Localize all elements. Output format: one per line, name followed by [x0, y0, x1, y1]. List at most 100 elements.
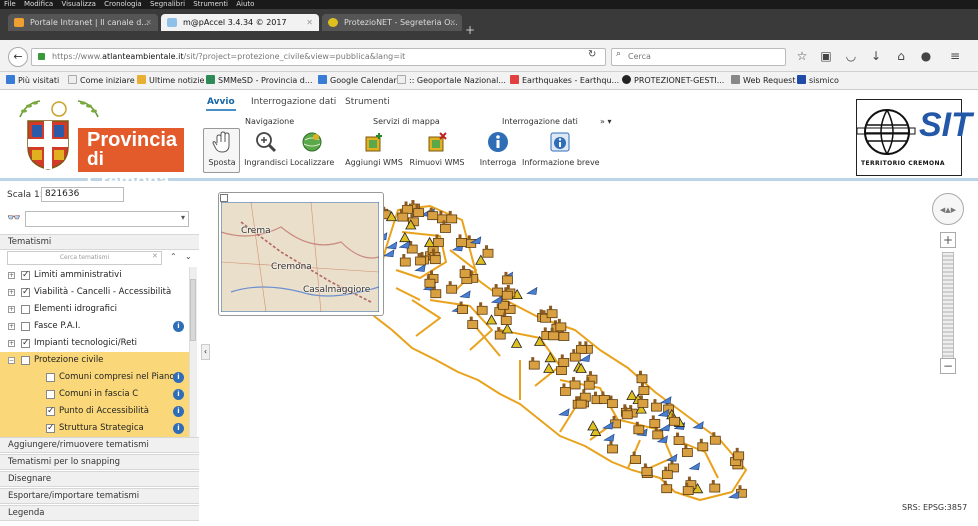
bookmark-item[interactable]: PROTEZIONET-GESTI...: [622, 72, 724, 89]
layer-info-icon[interactable]: i: [173, 389, 184, 400]
browser-tab-active[interactable]: m@pAccel 3.4.34 © 2017 ✕: [161, 14, 319, 31]
punto-accessibilita-marker[interactable]: [603, 433, 615, 442]
layer-item[interactable]: Comuni compresi nel Piano i: [0, 369, 190, 386]
home-icon[interactable]: ⌂: [893, 49, 909, 63]
zoom-out-button[interactable]: −: [940, 358, 956, 374]
hamburger-menu-icon[interactable]: ≡: [947, 49, 963, 63]
menu-cronologia[interactable]: Cronologia: [104, 0, 142, 8]
layer-item[interactable]: ✓ Struttura Strategica i: [0, 420, 190, 437]
menu-file[interactable]: File: [4, 0, 16, 8]
struttura-strategica-marker[interactable]: [733, 447, 745, 461]
layer-item[interactable]: + ✓ Viabilità - Cancelli - Accessibilità: [0, 284, 190, 301]
layer-item[interactable]: ✓ Punto di Accessibilità i: [0, 403, 190, 420]
superficie-strategica-marker[interactable]: [510, 337, 523, 348]
struttura-strategica-marker[interactable]: [446, 210, 458, 224]
punto-accessibilita-marker[interactable]: [398, 240, 410, 249]
layer-checkbox[interactable]: ✓: [46, 424, 55, 433]
punto-accessibilita-marker[interactable]: [526, 286, 538, 295]
struttura-strategica-marker[interactable]: [641, 463, 653, 476]
struttura-strategica-marker[interactable]: [558, 354, 570, 367]
punto-accessibilita-marker[interactable]: [459, 290, 471, 299]
reading-list-icon[interactable]: ▣: [818, 49, 834, 63]
bookmark-item[interactable]: Più visitati: [6, 72, 59, 89]
rimuovi-wms-button[interactable]: Rimuovi WMS: [409, 131, 465, 167]
overview-map[interactable]: Crema Cremona Casalmaggiore: [221, 202, 379, 312]
layer-item[interactable]: + ✓ Impianti tecnologici/Reti: [0, 335, 190, 352]
struttura-strategica-marker[interactable]: [467, 316, 479, 329]
struttura-strategica-marker[interactable]: [446, 281, 458, 294]
bookmark-item[interactable]: :: Geoportale Nazional...: [397, 72, 506, 89]
panel-tematismi-header[interactable]: Tematismi: [0, 234, 199, 250]
ingrandisci-button[interactable]: Ingrandisci: [244, 131, 288, 167]
overview-toggle-icon[interactable]: [220, 194, 228, 202]
scale-input[interactable]: 821636: [41, 187, 124, 202]
layer-checkbox[interactable]: [46, 390, 55, 399]
struttura-strategica-marker[interactable]: [402, 201, 413, 214]
find-location-select[interactable]: ▾: [25, 211, 189, 227]
layer-filter-input[interactable]: Cerca tematismi: [7, 251, 162, 265]
menu-segnalibri[interactable]: Segnalibri: [150, 0, 185, 8]
punto-accessibilita-marker[interactable]: [688, 462, 701, 471]
expand-all-icon[interactable]: ⌄: [185, 252, 192, 261]
struttura-strategica-marker[interactable]: [492, 284, 504, 297]
struttura-strategica-marker[interactable]: [476, 302, 488, 315]
struttura-strategica-marker[interactable]: [607, 440, 618, 454]
close-tab-icon[interactable]: ✕: [306, 14, 313, 31]
superficie-strategica-marker[interactable]: [485, 314, 498, 325]
menu-visualizza[interactable]: Visualizza: [61, 0, 95, 8]
layer-checkbox[interactable]: [21, 305, 30, 314]
tab-strumenti[interactable]: Strumenti: [345, 97, 390, 107]
struttura-strategica-marker[interactable]: [459, 265, 471, 278]
layer-info-icon[interactable]: i: [173, 423, 184, 434]
punto-accessibilita-marker[interactable]: [666, 453, 678, 462]
new-tab-icon[interactable]: +: [465, 23, 475, 37]
layer-item[interactable]: − Protezione civile: [0, 352, 190, 369]
zoom-slider[interactable]: [942, 252, 954, 360]
layer-checkbox[interactable]: ✓: [46, 407, 55, 416]
panel-snapping[interactable]: Tematismi per lo snapping: [0, 454, 199, 470]
struttura-strategica-marker[interactable]: [709, 480, 721, 493]
pocket-icon[interactable]: ◡: [843, 49, 859, 63]
struttura-strategica-marker[interactable]: [668, 459, 679, 473]
bookmark-item[interactable]: sismico: [797, 72, 839, 89]
struttura-strategica-marker[interactable]: [415, 253, 426, 266]
layer-info-icon[interactable]: i: [173, 406, 184, 417]
browser-tab[interactable]: ProtezioNET - Segreteria O... ✕: [322, 14, 462, 31]
tab-interrogazione-dati[interactable]: Interrogazione dati: [251, 97, 336, 107]
expand-toggle-icon[interactable]: +: [8, 306, 15, 313]
close-tab-icon[interactable]: ✕: [449, 14, 456, 31]
bookmark-item[interactable]: Come iniziare: [68, 72, 135, 89]
aggiungi-wms-button[interactable]: Aggiungi WMS: [344, 131, 404, 167]
expand-toggle-icon[interactable]: +: [8, 323, 15, 330]
struttura-strategica-marker[interactable]: [457, 301, 468, 314]
bookmark-item[interactable]: SMMeSD - Provincia d...: [206, 72, 313, 89]
bookmark-item[interactable]: Web Request: [731, 72, 795, 89]
bookmark-star-icon[interactable]: ☆: [794, 49, 810, 63]
struttura-strategica-marker[interactable]: [555, 318, 567, 332]
struttura-strategica-marker[interactable]: [636, 370, 648, 384]
superficie-strategica-marker[interactable]: [626, 389, 638, 400]
tab-avvio[interactable]: Avvio: [207, 97, 235, 107]
zoom-in-button[interactable]: +: [940, 232, 956, 248]
sposta-button[interactable]: Sposta: [205, 131, 239, 167]
menu-strumenti[interactable]: Strumenti: [193, 0, 228, 8]
menu-aiuto[interactable]: Aiuto: [236, 0, 254, 8]
expand-toggle-icon[interactable]: +: [8, 272, 15, 279]
struttura-strategica-marker[interactable]: [482, 245, 494, 258]
bookmark-item[interactable]: Earthquakes - Earthqu...: [510, 72, 619, 89]
browser-tab[interactable]: Portale Intranet | Il canale d... ✕: [8, 14, 158, 31]
punto-accessibilita-marker[interactable]: [602, 421, 614, 430]
layer-info-icon[interactable]: i: [173, 372, 184, 383]
superficie-strategica-marker[interactable]: [501, 323, 514, 334]
panel-legend[interactable]: Legenda: [0, 505, 199, 521]
punto-accessibilita-marker[interactable]: [414, 263, 426, 272]
struttura-strategica-marker[interactable]: [661, 480, 673, 494]
layer-item[interactable]: + ✓ Limiti amministrativi: [0, 267, 190, 284]
informazione-breve-button[interactable]: Informazione breve: [522, 131, 600, 167]
collapse-all-icon[interactable]: ⌃: [170, 252, 177, 261]
struttura-strategica-marker[interactable]: [528, 357, 540, 370]
chat-icon[interactable]: ●: [918, 49, 934, 63]
layer-checkbox[interactable]: ✓: [21, 288, 30, 297]
back-arrow-icon[interactable]: ←: [8, 47, 28, 67]
struttura-strategica-marker[interactable]: [569, 376, 581, 390]
